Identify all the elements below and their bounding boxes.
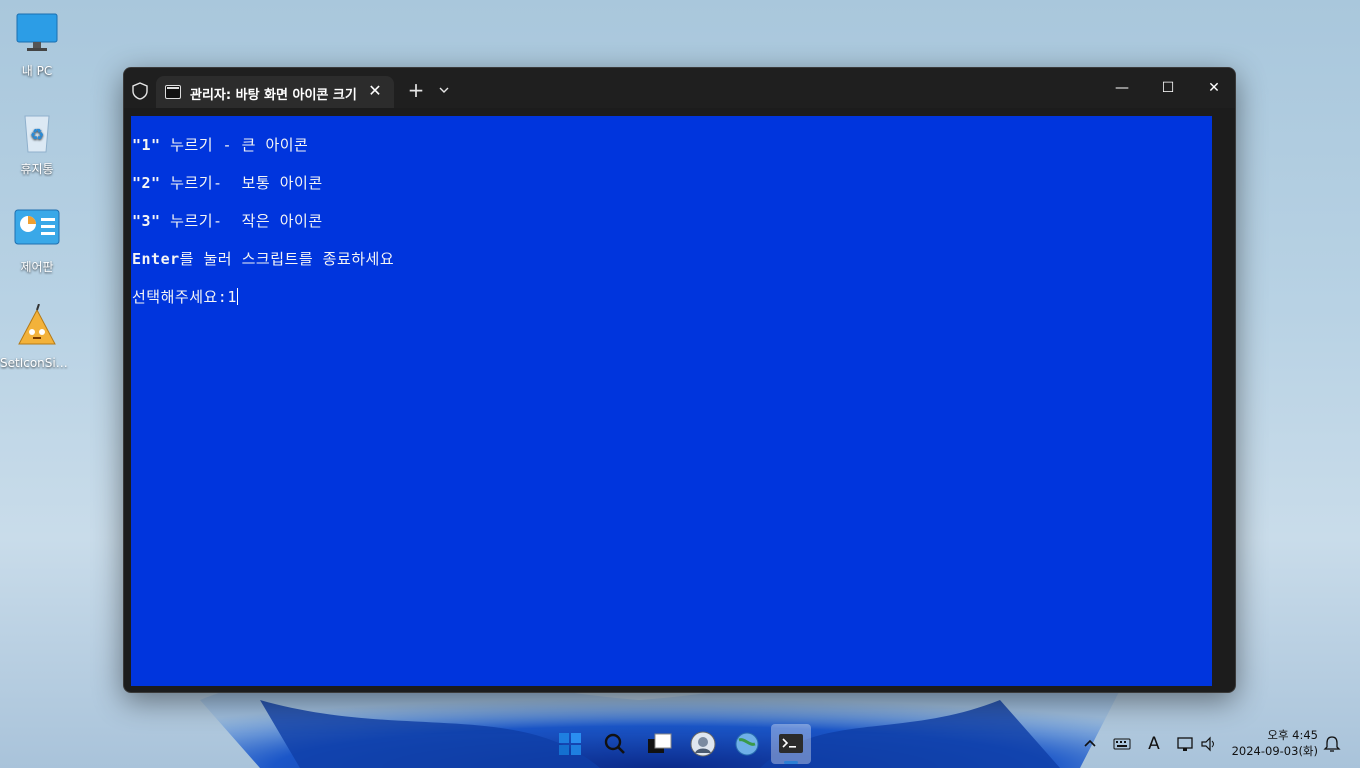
desktop-icon-label: 제어판: [20, 260, 54, 274]
chevron-down-icon[interactable]: [436, 82, 452, 98]
active-indicator: [784, 761, 798, 764]
console-line: Enter를 눌러 스크립트를 종료하세요: [132, 248, 394, 270]
tab-admin-terminal[interactable]: 관리자: 바탕 화면 아이콘 크기 ✕: [156, 76, 394, 108]
control-panel-icon: [13, 206, 61, 254]
console-text: 누르기- 작은 아이콘: [160, 212, 323, 230]
console-line: "3" 누르기- 작은 아이콘: [132, 210, 323, 232]
console-key: "3": [132, 212, 161, 230]
search-icon[interactable]: [595, 724, 635, 764]
volume-icon[interactable]: [1199, 734, 1219, 754]
monitor-icon: [13, 10, 61, 58]
start-icon[interactable]: [550, 724, 590, 764]
title-bar[interactable]: 관리자: 바탕 화면 아이콘 크기 ✕ + — ☐ ✕: [124, 68, 1235, 108]
maximize-button[interactable]: ☐: [1145, 68, 1191, 108]
desktop-icon-label: 내 PC: [21, 64, 53, 78]
console-line: "2" 누르기- 보통 아이콘: [132, 172, 323, 194]
clock-time: 오후 4:45: [1267, 728, 1318, 742]
console-key: "1": [132, 136, 161, 154]
new-tab-button[interactable]: +: [406, 80, 426, 100]
text-cursor: [236, 288, 238, 305]
console-prompt: 선택해주세요:1: [132, 288, 237, 306]
console-text: 누르기- 보통 아이콘: [160, 174, 323, 192]
task-view-icon[interactable]: [639, 724, 679, 764]
console-prompt-line[interactable]: 선택해주세요:1: [132, 286, 238, 308]
console-line: "1" 누르기 - 큰 아이콘: [132, 134, 308, 156]
cmd-icon: [165, 85, 181, 99]
script-file-icon: [13, 303, 61, 352]
desktop-icon-label: 휴지통: [20, 162, 54, 176]
terminal-icon[interactable]: [771, 724, 811, 764]
tab-title: 관리자: 바탕 화면 아이콘 크기: [190, 88, 356, 102]
recycle-bin-icon: ♻: [13, 108, 61, 156]
notification-icon[interactable]: [1322, 734, 1342, 754]
desktop-icon-label: SetIconSize...: [0, 356, 74, 370]
desktop-icon-control-panel[interactable]: 제어판: [0, 206, 74, 275]
clock-date: 2024-09-03(화): [1231, 744, 1318, 758]
console-output[interactable]: "1" 누르기 - 큰 아이콘 "2" 누르기- 보통 아이콘 "3" 누르기-…: [131, 116, 1212, 686]
system-clock[interactable]: 오후 4:45 2024-09-03(화): [1228, 727, 1318, 759]
console-text: 를 눌러 스크립트를 종료하세요: [179, 250, 395, 268]
tab-close-icon[interactable]: ✕: [366, 82, 384, 100]
svg-text:♻: ♻: [30, 125, 44, 144]
network-icon[interactable]: [1175, 734, 1195, 754]
globe-icon[interactable]: [727, 724, 767, 764]
keyboard-icon[interactable]: [1112, 734, 1132, 754]
taskbar: A 오후 4:45 2024-09-03(화): [0, 720, 1360, 768]
minimize-button[interactable]: —: [1099, 68, 1145, 108]
desktop-icon-seticonsize[interactable]: SetIconSize...: [0, 303, 74, 370]
console-key: "2": [132, 174, 161, 192]
chevron-up-icon[interactable]: [1080, 734, 1100, 754]
ime-icon[interactable]: A: [1144, 734, 1164, 754]
admin-shield-icon: [132, 82, 148, 100]
console-text: 누르기 - 큰 아이콘: [160, 136, 309, 154]
app-avatar-icon[interactable]: [683, 724, 723, 764]
desktop-icon-this-pc[interactable]: 내 PC: [0, 10, 74, 79]
terminal-window[interactable]: 관리자: 바탕 화면 아이콘 크기 ✕ + — ☐ ✕ "1" 누르기 - 큰 …: [123, 67, 1236, 693]
desktop-icon-recycle-bin[interactable]: ♻ 휴지통: [0, 108, 74, 177]
console-key: Enter: [132, 250, 180, 268]
close-button[interactable]: ✕: [1191, 68, 1235, 108]
